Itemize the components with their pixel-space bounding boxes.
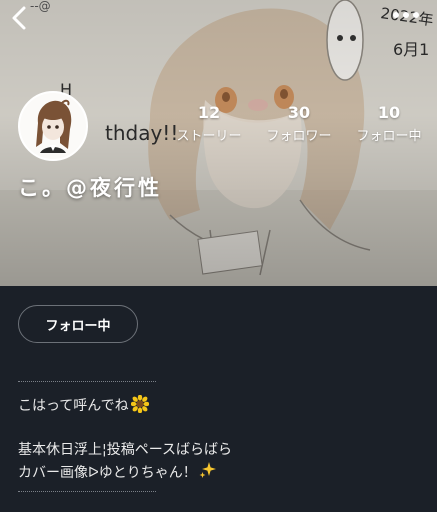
chevron-left-icon[interactable] bbox=[8, 4, 30, 32]
bio-line-2: 基本休日浮上¦投稿ペースばらばら bbox=[18, 442, 233, 458]
stat-count: 12 bbox=[197, 103, 221, 122]
stat-count: 30 bbox=[287, 103, 311, 122]
profile-stats: 12 ストーリー 30 フォロワー 10 フォロー中 bbox=[165, 103, 433, 144]
stat-label: フォロー中 bbox=[356, 129, 422, 144]
stat-label: フォロワー bbox=[266, 129, 332, 144]
profile-username: こ。@夜行性 bbox=[18, 176, 162, 200]
sunflower-icon bbox=[130, 395, 149, 413]
following-button[interactable]: フォロー中 bbox=[18, 305, 138, 343]
stat-following[interactable]: 10 フォロー中 bbox=[345, 103, 433, 144]
bio-line-3: カバー画像ᐅゆとりちゃん！ bbox=[18, 461, 217, 484]
bio-divider-top bbox=[18, 381, 156, 382]
stat-stories[interactable]: 12 ストーリー bbox=[165, 103, 253, 144]
avatar-illustration bbox=[20, 93, 86, 159]
sparkles-icon bbox=[199, 462, 216, 478]
stat-label: ストーリー bbox=[176, 129, 242, 144]
bio-line-1: こはって呼んでね bbox=[18, 395, 149, 417]
bio-text: カバー画像ᐅゆとりちゃん！ bbox=[18, 465, 197, 481]
more-horizontal-icon[interactable] bbox=[391, 8, 421, 22]
bio-text: こはって呼んでね bbox=[18, 398, 129, 414]
profile-avatar[interactable] bbox=[18, 91, 88, 161]
stat-count: 10 bbox=[377, 103, 401, 122]
bio-divider-bottom bbox=[18, 491, 156, 492]
stat-followers[interactable]: 30 フォロワー bbox=[255, 103, 343, 144]
